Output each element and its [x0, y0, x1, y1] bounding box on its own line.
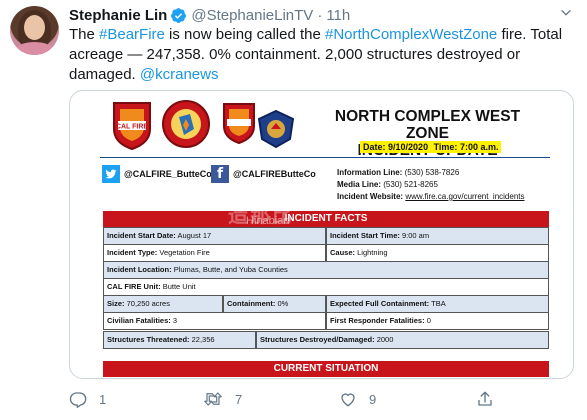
website-label: Incident Website:	[337, 192, 404, 201]
facts-cell: Cause: Lightning	[326, 244, 549, 262]
facts-cell: First Responder Fatalities: 0	[326, 312, 549, 330]
divider	[100, 157, 550, 158]
facts-cell: CAL FIRE Unit: Butte Unit	[103, 278, 549, 296]
facebook-handle: @CALFIREButteCo	[233, 169, 316, 179]
facebook-icon: f	[211, 165, 229, 183]
retweet-icon	[204, 392, 222, 406]
avatar-face	[24, 15, 45, 40]
facts-cell: Incident Type: Vegetation Fire	[103, 244, 326, 262]
date-time-highlight: Date: 9/10/2020 Time: 7:00 a.m.	[360, 141, 502, 153]
tweet-text: The #BearFire is now being called the #N…	[69, 25, 569, 85]
website-value: www.fire.ca.gov/current_incidents	[405, 192, 525, 201]
title-line-1: NORTH COMPLEX WEST ZONE	[334, 108, 521, 142]
tweet: Stephanie Lin @StephanieLinTV · 11h The …	[0, 0, 587, 420]
incident-facts-header: INCIDENT FACTS	[103, 211, 549, 227]
contact-info: Information Line: (530) 538-7826 Media L…	[337, 167, 525, 203]
facts-row: Structures Threatened: 22,356 Structures…	[103, 331, 549, 349]
hashtag-link[interactable]: #BearFire	[99, 26, 165, 43]
share-button[interactable]	[476, 390, 506, 408]
facts-row: Incident Type: Vegetation Fire Cause: Li…	[103, 244, 549, 262]
facts-cell: Incident Location: Plumas, Butte, and Yu…	[103, 261, 549, 279]
tweet-header: Stephanie Lin @StephanieLinTV · 11h	[69, 5, 350, 25]
twitter-handle: @CALFIRE_ButteCo	[124, 169, 212, 179]
share-icon	[478, 391, 492, 406]
date-label: Date:	[363, 142, 386, 152]
like-count: 9	[369, 391, 377, 407]
mention-link[interactable]: @kcranews	[140, 66, 219, 83]
author-handle[interactable]: @StephanieLinTV	[191, 7, 313, 24]
time-label: Time:	[433, 142, 458, 152]
info-line-label: Information Line:	[337, 168, 403, 177]
time-value: 7:00 a.m.	[459, 142, 499, 152]
tweet-text-part: is now being called the	[164, 26, 325, 43]
facts-row: Incident Location: Plumas, Butte, and Yu…	[103, 261, 549, 279]
facts-cell: Incident Start Date: August 17	[103, 227, 326, 245]
like-button[interactable]: 9	[339, 390, 376, 408]
retweet-button[interactable]: 7	[203, 390, 242, 408]
facts-row: Civilian Fatalities: 3 First Responder F…	[103, 312, 549, 330]
author-name[interactable]: Stephanie Lin	[69, 7, 167, 24]
facts-row: Size: 70,250 acres Containment: 0% Expec…	[103, 295, 549, 313]
verified-badge-icon	[170, 7, 187, 24]
current-situation-header: CURRENT SITUATION	[103, 361, 549, 377]
facts-cell: Structures Threatened: 22,356	[103, 331, 256, 349]
reply-button[interactable]: 1	[69, 390, 106, 408]
separator-dot: ·	[317, 6, 323, 24]
media-line-value: (530) 521-8265	[383, 180, 438, 189]
watermark-sub: Hinabian	[246, 215, 290, 227]
hashtag-link[interactable]: #NorthComplexWestZone	[325, 26, 497, 43]
facebook-contact: f @CALFIREButteCo	[211, 165, 316, 183]
chevron-down-icon[interactable]	[559, 6, 573, 20]
cal-fire-shield-icon: CAL FIRE	[112, 99, 152, 151]
info-line-value: (530) 538-7826	[404, 168, 460, 177]
retweet-count: 7	[235, 391, 243, 407]
avatar[interactable]	[10, 6, 59, 55]
cal-fire-badge-icon	[222, 101, 256, 145]
facts-cell: Civilian Fatalities: 3	[103, 312, 326, 330]
twitter-icon	[102, 165, 120, 183]
facts-cell: Containment: 0%	[223, 295, 326, 313]
tweet-actions: 1 7 9	[69, 390, 574, 410]
avatar-shirt	[14, 42, 55, 55]
butte-county-badge-icon	[257, 109, 295, 149]
facts-cell: Incident Start Time: 9:00 am	[326, 227, 549, 245]
facts-cell: Size: 70,250 acres	[103, 295, 223, 313]
svg-text:CAL FIRE: CAL FIRE	[116, 124, 148, 131]
incident-update-document: CAL FIRE NORTH COMPLEX WEST ZONE Date: 9…	[100, 91, 550, 378]
tweet-time[interactable]: 11h	[326, 7, 350, 24]
cal-fire-seal-icon	[162, 99, 210, 149]
date-value: 9/10/2020	[388, 142, 429, 152]
reply-icon	[69, 392, 87, 408]
reply-count: 1	[99, 391, 107, 407]
heart-icon	[341, 393, 355, 407]
facts-cell: Expected Full Containment: TBA	[326, 295, 549, 313]
facts-row: Incident Start Date: August 17 Incident …	[103, 227, 549, 245]
facts-row: CAL FIRE Unit: Butte Unit	[103, 278, 549, 296]
tweet-text-part: The	[69, 26, 100, 43]
media-card[interactable]: CAL FIRE NORTH COMPLEX WEST ZONE Date: 9…	[69, 90, 574, 379]
media-line-label: Media Line:	[337, 180, 382, 189]
twitter-contact: @CALFIRE_ButteCo	[102, 165, 212, 183]
facts-cell: Structures Destroyed/Damaged: 2000	[256, 331, 549, 349]
